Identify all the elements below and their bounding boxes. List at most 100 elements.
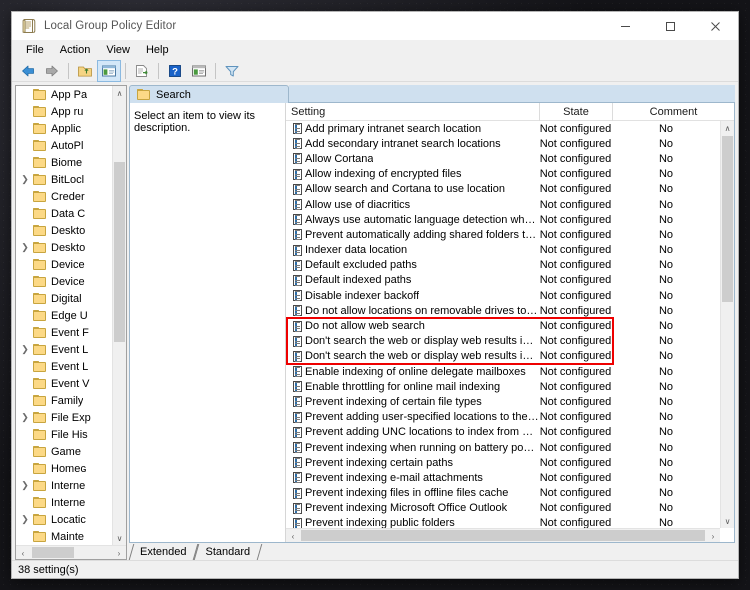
tree-scroll-down-icon[interactable]: ∨ [113, 531, 126, 545]
content-tab-search[interactable]: Search [129, 85, 289, 103]
tree-node[interactable]: Data C [16, 205, 112, 222]
tree-node[interactable]: Device [16, 273, 112, 290]
tree-node[interactable]: ❯ Deskto [16, 239, 112, 256]
chevron-right-icon[interactable]: ❯ [18, 344, 32, 355]
tree-node[interactable]: Event F [16, 324, 112, 341]
minimize-button[interactable] [603, 12, 648, 40]
chevron-right-icon[interactable]: ❯ [18, 412, 32, 423]
list-horizontal-scrollbar[interactable]: ‹ › [286, 528, 720, 542]
tree-node[interactable]: ❯ Interne [16, 477, 112, 494]
list-scroll-right-icon[interactable]: › [706, 529, 720, 543]
tree-node[interactable]: App Pa [16, 86, 112, 103]
policy-setting-icon [293, 123, 302, 135]
table-row[interactable]: Prevent indexing files in offline files … [286, 486, 720, 501]
tree-scroll-right-icon[interactable]: › [112, 546, 126, 560]
close-button[interactable] [693, 12, 738, 40]
tree-node[interactable]: Homeɢ [16, 460, 112, 477]
list-vertical-scrollbar[interactable]: ∧ ∨ [720, 121, 734, 528]
tree-node[interactable]: AutoPl [16, 137, 112, 154]
tree-node[interactable]: ❯ File Exp [16, 409, 112, 426]
chevron-right-icon[interactable]: ❯ [18, 514, 32, 525]
chevron-right-icon[interactable]: ❯ [18, 480, 32, 491]
export-list-icon[interactable] [131, 61, 153, 81]
list-scroll-thumb[interactable] [722, 136, 733, 302]
table-row[interactable]: Allow Cortana Not configured No [286, 151, 720, 166]
tree-scroll-left-icon[interactable]: ‹ [16, 546, 30, 560]
table-row[interactable]: Prevent adding user-specified locations … [286, 410, 720, 425]
up-folder-icon[interactable] [74, 61, 96, 81]
tree-node[interactable]: Deskto [16, 222, 112, 239]
show-hide-tree-icon[interactable] [97, 59, 121, 82]
table-row[interactable]: Disable indexer backoff Not configured No [286, 288, 720, 303]
back-icon[interactable] [17, 61, 39, 81]
tree-horizontal-scrollbar[interactable]: ‹ › [16, 545, 126, 559]
tree-node[interactable]: File His [16, 426, 112, 443]
filter-icon[interactable] [221, 61, 243, 81]
folder-icon [32, 275, 47, 288]
table-row[interactable]: Allow use of diacritics Not configured No [286, 197, 720, 212]
tree-node[interactable]: Creder [16, 188, 112, 205]
table-row[interactable]: Enable indexing of online delegate mailb… [286, 364, 720, 379]
tree-node[interactable]: Biome [16, 154, 112, 171]
tree-hscroll-thumb[interactable] [32, 547, 74, 558]
table-row[interactable]: Do not allow web search Not configured No [286, 318, 720, 333]
tree-node[interactable]: Edge U [16, 307, 112, 324]
table-row[interactable]: Enable throttling for online mail indexi… [286, 379, 720, 394]
table-row[interactable]: Prevent indexing when running on battery… [286, 440, 720, 455]
tree-vertical-scrollbar[interactable]: ∧ ∨ [112, 86, 126, 545]
maximize-button[interactable] [648, 12, 693, 40]
list-scroll-up-icon[interactable]: ∧ [721, 121, 734, 135]
menu-file[interactable]: File [18, 41, 52, 59]
column-header-state[interactable]: State [539, 103, 612, 121]
column-header-comment[interactable]: Comment [612, 103, 734, 121]
tree-scroll-up-icon[interactable]: ∧ [113, 86, 126, 100]
list-scroll-left-icon[interactable]: ‹ [286, 529, 300, 543]
tree-scroll-thumb[interactable] [114, 162, 125, 342]
table-row[interactable]: Default excluded paths Not configured No [286, 258, 720, 273]
tree-node[interactable]: Event V [16, 375, 112, 392]
folder-icon [32, 292, 47, 305]
table-row[interactable]: Don't search the web or display web resu… [286, 334, 720, 349]
table-row[interactable]: Prevent indexing e-mail attachments Not c… [286, 470, 720, 485]
list-scroll-down-icon[interactable]: ∨ [721, 514, 734, 528]
help-icon[interactable]: ? [164, 61, 186, 81]
table-row[interactable]: Prevent automatically adding shared fold… [286, 227, 720, 242]
table-row[interactable]: Indexer data location Not configured No [286, 243, 720, 258]
chevron-right-icon[interactable]: ❯ [18, 242, 32, 253]
tree-node[interactable]: Digital [16, 290, 112, 307]
tree-node[interactable]: Game [16, 443, 112, 460]
table-row[interactable]: Default indexed paths Not configured No [286, 273, 720, 288]
menu-action[interactable]: Action [52, 41, 99, 59]
tree-node[interactable]: Interne [16, 494, 112, 511]
table-row[interactable]: Add primary intranet search location Not … [286, 121, 720, 136]
properties-icon[interactable] [188, 61, 210, 81]
table-row[interactable]: Allow search and Cortana to use location… [286, 182, 720, 197]
tab-extended[interactable]: Extended [128, 544, 199, 560]
tab-standard[interactable]: Standard [194, 544, 263, 560]
tree-node[interactable]: Device [16, 256, 112, 273]
table-row[interactable]: Add secondary intranet search locations N… [286, 136, 720, 151]
table-row[interactable]: Prevent indexing certain paths Not config… [286, 455, 720, 470]
list-hscroll-thumb[interactable] [301, 530, 705, 541]
tree-node[interactable]: App ru [16, 103, 112, 120]
menu-help[interactable]: Help [138, 41, 177, 59]
table-row[interactable]: Do not allow locations on removable driv… [286, 303, 720, 318]
tree-node[interactable]: ❯ Event L [16, 341, 112, 358]
column-header-setting[interactable]: Setting [286, 103, 539, 121]
table-row[interactable]: Don't search the web or display web resu… [286, 349, 720, 364]
tree-node[interactable]: ❯ BitLocl [16, 171, 112, 188]
tree-node[interactable]: Mainte [16, 528, 112, 545]
tree-node[interactable]: Event L [16, 358, 112, 375]
chevron-right-icon[interactable]: ❯ [18, 174, 32, 185]
table-row[interactable]: Prevent adding UNC locations to index fr… [286, 425, 720, 440]
tree-node[interactable]: ❯ Locatic [16, 511, 112, 528]
table-row[interactable]: Prevent indexing of certain file types No… [286, 394, 720, 409]
table-row[interactable]: Always use automatic language detection … [286, 212, 720, 227]
policy-tree[interactable]: App Pa App ru Applic AutoPl Biome ❯ BitLocl Cre… [16, 86, 126, 545]
forward-icon[interactable] [41, 61, 63, 81]
table-row[interactable]: Prevent indexing Microsoft Office Outloo… [286, 501, 720, 516]
menu-view[interactable]: View [98, 41, 138, 59]
tree-node[interactable]: Family [16, 392, 112, 409]
table-row[interactable]: Allow indexing of encrypted files Not con… [286, 167, 720, 182]
tree-node[interactable]: Applic [16, 120, 112, 137]
